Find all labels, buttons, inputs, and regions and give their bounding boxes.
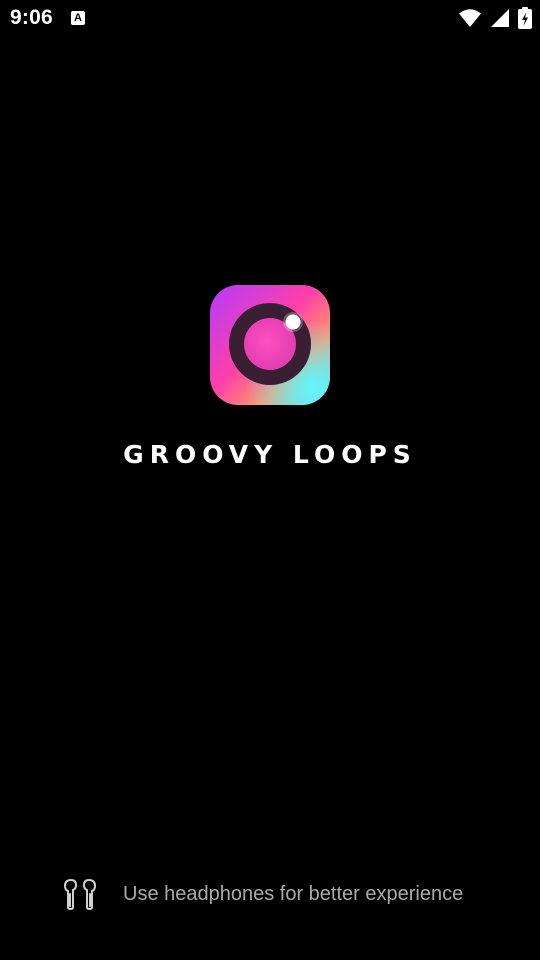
camera-lens-logo-icon: [210, 285, 330, 405]
status-bar: 9:06 A: [0, 0, 540, 36]
headphones-hint: Use headphones for better experience: [62, 876, 463, 912]
wifi-icon: [458, 8, 482, 28]
app-logo: [210, 285, 330, 405]
cellular-signal-icon: [490, 8, 510, 28]
headphones-hint-text: Use headphones for better experience: [123, 882, 464, 905]
earbuds-icon: [62, 876, 98, 912]
status-icons: [458, 6, 532, 30]
notification-a-icon: A: [71, 11, 85, 25]
battery-charging-icon: [518, 7, 532, 29]
status-time: 9:06: [10, 6, 53, 29]
app-title: GROOVY LOOPS: [123, 440, 417, 469]
